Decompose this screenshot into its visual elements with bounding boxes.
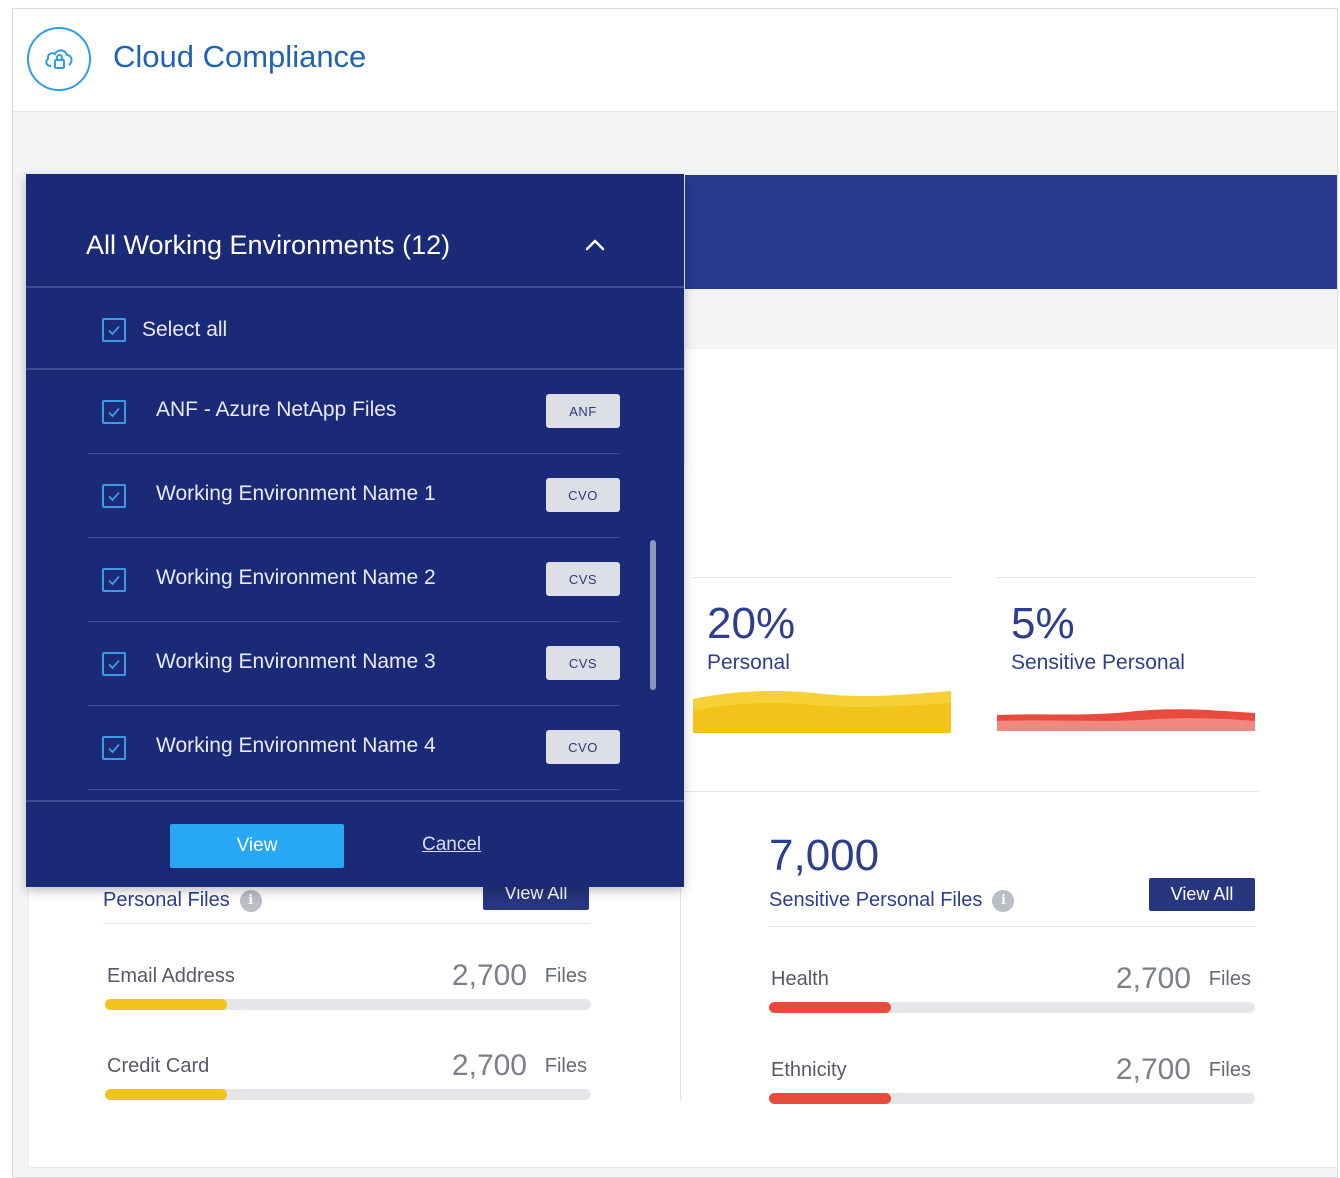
environment-label: Working Environment Name 4 xyxy=(156,734,436,757)
sensitive-percent: 5% xyxy=(1011,599,1075,648)
checkmark-icon xyxy=(108,743,120,754)
cloud-lock-icon xyxy=(27,27,91,91)
checkmark-icon xyxy=(108,325,120,336)
summary-card xyxy=(685,349,1337,465)
environment-item[interactable]: Working Environment Name 2 CVS xyxy=(88,538,620,622)
category-count: 2,700 xyxy=(451,1049,527,1082)
section-divider xyxy=(685,791,1259,792)
category-label: Ethnicity xyxy=(771,1059,847,1081)
environment-type-tag: CVS xyxy=(546,562,620,596)
category-progress-fill xyxy=(769,1093,891,1104)
checkmark-icon xyxy=(108,491,120,502)
category-count: 2,700 xyxy=(1115,1053,1191,1086)
select-all-row[interactable]: Select all xyxy=(26,288,684,370)
personal-files-label: Personal Files xyxy=(103,889,230,911)
environment-list: ANF - Azure NetApp Files ANF Working Env… xyxy=(26,370,684,800)
chevron-up-icon[interactable] xyxy=(582,232,608,258)
column-divider xyxy=(680,889,681,1101)
cancel-button[interactable]: Cancel xyxy=(422,834,481,856)
info-icon[interactable]: i xyxy=(239,889,262,912)
environment-type-tag: ANF xyxy=(546,394,620,428)
environment-label: ANF - Azure NetApp Files xyxy=(156,398,397,421)
view-button[interactable]: View xyxy=(170,824,344,868)
personal-label: Personal xyxy=(707,651,790,674)
list-scrollbar[interactable] xyxy=(650,540,656,690)
category-count: 2,700 xyxy=(1115,962,1191,995)
personal-files-title: Personal Files i xyxy=(103,889,262,912)
select-all-label: Select all xyxy=(142,318,228,341)
environment-label: Working Environment Name 3 xyxy=(156,650,436,673)
working-environments-dropdown: All Working Environments (12) Select all… xyxy=(26,174,684,887)
environment-type-tag: CVS xyxy=(546,646,620,680)
sensitive-view-all-button[interactable]: View All xyxy=(1149,878,1255,911)
category-progress-fill xyxy=(769,1002,891,1013)
environment-label: Working Environment Name 1 xyxy=(156,482,436,505)
app-header: Cloud Compliance xyxy=(13,9,1337,112)
environment-item[interactable]: Working Environment Name 4 CVO xyxy=(88,706,620,790)
category-unit: Files xyxy=(544,1055,587,1077)
category-progress-track xyxy=(769,1002,1255,1013)
sensitive-files-total: 7,000 xyxy=(769,831,880,880)
category-count: 2,700 xyxy=(451,959,527,992)
category-unit: Files xyxy=(1208,1059,1251,1081)
dropdown-title: All Working Environments (12) xyxy=(86,230,451,260)
environment-checkbox[interactable] xyxy=(102,652,126,676)
personal-wave-chart xyxy=(693,691,951,733)
sensitive-stat: 5% Sensitive Personal xyxy=(997,577,1255,737)
category-progress-track xyxy=(105,1089,591,1100)
checkmark-icon xyxy=(108,407,120,418)
environment-type-tag: CVO xyxy=(546,730,620,764)
environment-item[interactable]: Working Environment Name 3 CVS xyxy=(88,622,620,706)
category-label: Credit Card xyxy=(107,1055,210,1077)
environment-checkbox[interactable] xyxy=(102,484,126,508)
sensitive-label: Sensitive Personal xyxy=(1011,651,1185,674)
category-label: Email Address xyxy=(107,965,235,987)
info-icon[interactable]: i xyxy=(992,889,1015,912)
app-title: Cloud Compliance xyxy=(113,39,367,74)
stat-divider xyxy=(693,577,951,578)
category-label: Health xyxy=(771,968,829,990)
personal-percent: 20% xyxy=(707,599,796,648)
sensitive-files-title: Sensitive Personal Files i xyxy=(769,889,1015,912)
dropdown-header[interactable]: All Working Environments (12) xyxy=(26,174,684,288)
sensitive-files-label: Sensitive Personal Files xyxy=(769,889,983,911)
sensitive-files-divider xyxy=(769,926,1255,927)
category-unit: Files xyxy=(1208,968,1251,990)
personal-files-divider xyxy=(103,923,591,924)
dropdown-footer: View Cancel xyxy=(26,800,684,887)
category-progress-track xyxy=(105,999,591,1010)
personal-stat: 20% Personal xyxy=(693,577,951,737)
environment-checkbox[interactable] xyxy=(102,568,126,592)
category-progress-fill xyxy=(105,999,227,1010)
select-all-checkbox[interactable] xyxy=(102,318,126,342)
checkmark-icon xyxy=(108,659,120,670)
environment-item[interactable]: ANF - Azure NetApp Files ANF xyxy=(88,370,620,454)
category-unit: Files xyxy=(544,965,587,987)
summary-banner xyxy=(685,175,1337,289)
environment-checkbox[interactable] xyxy=(102,400,126,424)
checkmark-icon xyxy=(108,575,120,586)
environment-type-tag: CVO xyxy=(546,478,620,512)
category-progress-track xyxy=(769,1093,1255,1104)
category-progress-fill xyxy=(105,1089,227,1100)
environment-label: Working Environment Name 2 xyxy=(156,566,436,589)
environment-checkbox[interactable] xyxy=(102,736,126,760)
environment-item[interactable]: Working Environment Name 1 CVO xyxy=(88,454,620,538)
sensitive-wave-chart xyxy=(997,709,1255,731)
stat-divider xyxy=(997,577,1255,578)
